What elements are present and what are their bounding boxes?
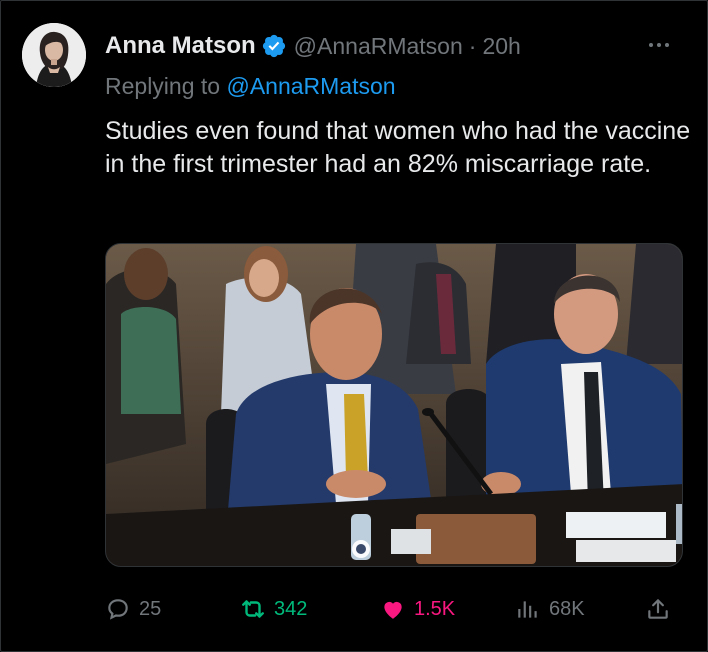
tweet-text: Studies even found that women who had th… — [105, 117, 691, 178]
views-count: 68K — [549, 597, 585, 620]
views-button[interactable]: 68K — [515, 587, 585, 631]
hearing-photo — [106, 244, 682, 566]
like-count: 1.5K — [414, 597, 456, 620]
author-handle[interactable]: @AnnaRMatson — [294, 33, 463, 60]
share-icon — [648, 599, 668, 619]
verified-badge-icon[interactable] — [261, 33, 287, 59]
tweet-card: Anna Matson @AnnaRMatson · 20h Replying … — [0, 0, 708, 652]
more-options-icon[interactable] — [641, 33, 677, 57]
avatar-image — [22, 23, 86, 87]
replying-to-handle-link[interactable]: @AnnaRMatson — [226, 73, 395, 99]
tweet-actions-bar: 25 342 1.5K 68K — [105, 587, 695, 631]
author-avatar[interactable] — [22, 23, 86, 87]
tweet-timestamp[interactable]: 20h — [482, 33, 520, 60]
reply-count: 25 — [139, 597, 162, 620]
retweet-button[interactable]: 342 — [240, 587, 307, 631]
tweet-media-photo[interactable] — [105, 243, 683, 567]
reply-icon — [108, 599, 128, 620]
views-chart-icon — [518, 601, 537, 618]
separator-dot: · — [468, 32, 477, 59]
replying-to-label: Replying to — [105, 73, 221, 99]
reply-button[interactable]: 25 — [105, 587, 161, 631]
retweet-icon — [242, 600, 264, 618]
tweet-header: Anna Matson @AnnaRMatson · 20h — [105, 29, 677, 63]
share-button[interactable] — [645, 587, 671, 631]
heart-icon — [384, 601, 402, 619]
replying-to-line: Replying to @AnnaRMatson — [105, 73, 396, 100]
retweet-count: 342 — [274, 597, 308, 620]
like-button[interactable]: 1.5K — [380, 587, 455, 631]
author-name[interactable]: Anna Matson — [105, 32, 256, 60]
